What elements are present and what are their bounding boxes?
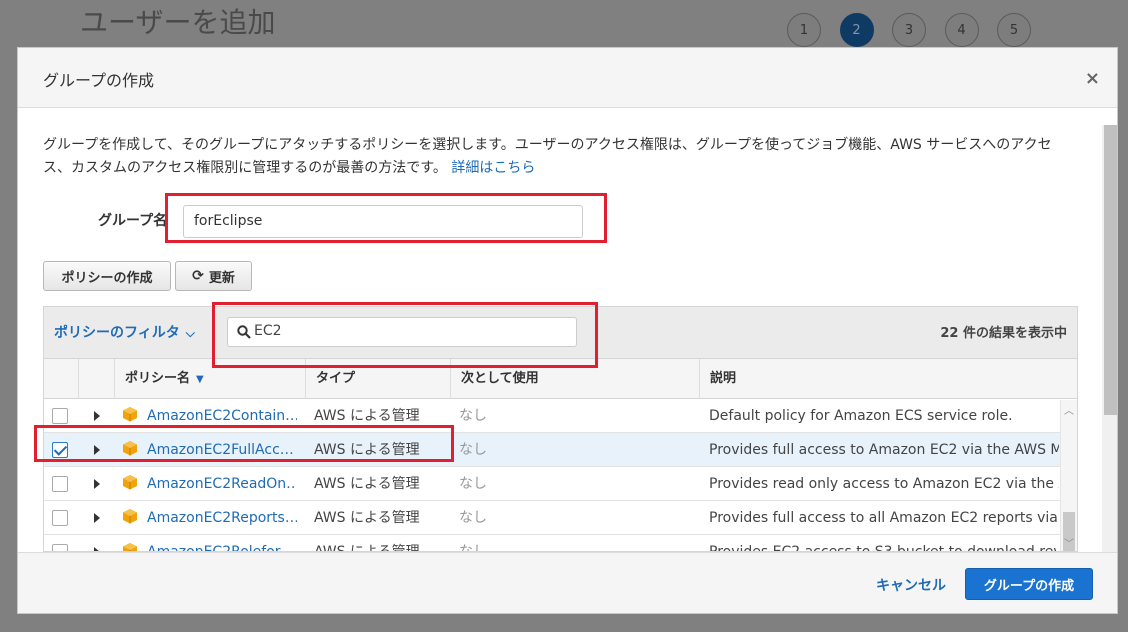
policy-table: ポリシーのフィルタ ⌵ EC2 22 件の結果を表示中 ポリシー名 ▼ タイプ 次と… <box>43 306 1078 552</box>
dialog-body: グループを作成して、そのグループにアタッチするポリシーを選択します。ユーザーのア… <box>18 109 1117 553</box>
group-name-input[interactable]: forEclipse <box>183 205 583 238</box>
policy-type: AWS による管理 <box>314 510 420 526</box>
wizard-step-2[interactable]: 2 <box>839 13 874 47</box>
policy-type: AWS による管理 <box>314 442 420 458</box>
table-body: AmazonEC2Contain… AWS による管理 なし Default poli… <box>44 399 1077 552</box>
policy-type: AWS による管理 <box>314 476 420 492</box>
search-icon <box>237 325 251 339</box>
policy-filter-label: ポリシーのフィルタ <box>54 325 180 341</box>
header-description[interactable]: 説明 <box>699 359 1077 399</box>
result-count: 22 件の結果を表示中 <box>940 326 1067 341</box>
search-value: EC2 <box>254 323 282 339</box>
table-header: ポリシー名 ▼ タイプ 次として使用 説明 <box>44 359 1077 399</box>
policy-used-as: なし <box>459 544 487 552</box>
header-policy-name[interactable]: ポリシー名 ▼ <box>114 359 305 399</box>
dialog-description: グループを作成して、そのグループにアタッチするポリシーを選択します。ユーザーのア… <box>43 134 1063 180</box>
table-row[interactable]: AmazonEC2FullAcc… AWS による管理 なし Provides ful… <box>44 433 1077 467</box>
refresh-icon: ⟳ <box>192 268 204 284</box>
policy-name-link[interactable]: AmazonEC2ReadOn… <box>147 467 297 501</box>
wizard-step-4[interactable]: 4 <box>944 13 979 47</box>
description-text: グループを作成して、そのグループにアタッチするポリシーを選択します。ユーザーのア… <box>43 137 1052 176</box>
policy-description: Provides EC2 access to S3 bucket to down… <box>709 544 1059 552</box>
close-icon[interactable]: × <box>1085 68 1100 89</box>
policy-filter-dropdown[interactable]: ポリシーのフィルタ ⌵ <box>54 322 195 342</box>
row-checkbox[interactable] <box>52 544 68 551</box>
scroll-down-icon[interactable]: ﹀ <box>1064 535 1074 550</box>
policy-name-link[interactable]: AmazonEC2Reports… <box>147 501 297 535</box>
package-icon <box>123 475 137 490</box>
policy-used-as: なし <box>459 476 487 492</box>
dialog-scrollbar-thumb[interactable] <box>1104 125 1117 415</box>
dialog-header: グループの作成 × <box>18 48 1117 108</box>
policy-description: Provides read only access to Amazon EC2 … <box>709 476 1059 492</box>
create-policy-button[interactable]: ポリシーの作成 <box>43 261 171 291</box>
policy-search-input[interactable]: EC2 <box>227 317 577 347</box>
filter-bar: ポリシーのフィルタ ⌵ EC2 22 件の結果を表示中 <box>44 307 1077 359</box>
dialog-title: グループの作成 <box>43 71 155 90</box>
policy-description: Provides full access to Amazon EC2 via t… <box>709 442 1059 458</box>
page-title: ユーザーを追加 <box>80 6 276 39</box>
refresh-label: 更新 <box>208 270 235 286</box>
header-used-as[interactable]: 次として使用 <box>450 359 699 399</box>
create-policy-label: ポリシーの作成 <box>61 270 153 286</box>
refresh-button[interactable]: ⟳ 更新 <box>175 261 252 291</box>
header-policy-name-label: ポリシー名 <box>125 371 191 386</box>
learn-more-link[interactable]: 詳細はこちら <box>451 160 535 176</box>
row-checkbox[interactable] <box>52 408 68 424</box>
policy-name-link[interactable]: AmazonEC2Contain… <box>147 399 297 433</box>
expand-arrow-icon[interactable] <box>94 411 100 421</box>
policy-type: AWS による管理 <box>314 544 420 552</box>
policy-description: Default policy for Amazon ECS service ro… <box>709 408 1013 424</box>
table-row[interactable]: AmazonEC2Rolefor… AWS による管理 なし Provides EC2… <box>44 535 1077 552</box>
package-icon <box>123 407 137 422</box>
group-name-label: グループ名 <box>98 213 168 229</box>
row-checkbox[interactable] <box>52 510 68 526</box>
dialog-footer: キャンセル グループの作成 <box>18 552 1117 613</box>
wizard-step-3[interactable]: 3 <box>892 13 926 47</box>
package-icon <box>123 543 137 551</box>
chevron-down-icon: ⌵ <box>185 326 195 340</box>
row-checkbox[interactable] <box>52 476 68 492</box>
package-icon <box>123 441 137 456</box>
table-row[interactable]: AmazonEC2Contain… AWS による管理 なし Default poli… <box>44 399 1077 433</box>
expand-arrow-icon[interactable] <box>94 479 100 489</box>
policy-type: AWS による管理 <box>314 408 420 424</box>
cancel-button[interactable]: キャンセル <box>876 575 946 595</box>
create-group-dialog: グループの作成 × グループを作成して、そのグループにアタッチするポリシーを選択… <box>17 47 1118 614</box>
expand-arrow-icon[interactable] <box>94 445 100 455</box>
table-scrollbar[interactable]: ︿ ﹀ <box>1060 400 1077 551</box>
wizard-steps: 1 2 3 4 5 <box>787 13 1050 47</box>
create-group-button[interactable]: グループの作成 <box>965 568 1093 600</box>
table-row[interactable]: AmazonEC2Reports… AWS による管理 なし Provides ful… <box>44 501 1077 535</box>
table-row[interactable]: AmazonEC2ReadOn… AWS による管理 なし Provides read… <box>44 467 1077 501</box>
header-type[interactable]: タイプ <box>305 359 450 399</box>
scroll-up-icon[interactable]: ︿ <box>1064 402 1074 417</box>
policy-used-as: なし <box>459 442 487 458</box>
row-checkbox[interactable] <box>52 442 68 458</box>
policy-name-link[interactable]: AmazonEC2FullAcc… <box>147 433 297 467</box>
policy-used-as: なし <box>459 510 487 526</box>
policy-used-as: なし <box>459 408 487 424</box>
header-expand-col <box>78 359 114 399</box>
expand-arrow-icon[interactable] <box>94 513 100 523</box>
dialog-scrollbar[interactable] <box>1102 125 1117 553</box>
policy-name-link[interactable]: AmazonEC2Rolefor… <box>147 535 297 551</box>
policy-description: Provides full access to all Amazon EC2 r… <box>709 510 1059 526</box>
sort-down-icon[interactable]: ▼ <box>196 374 204 385</box>
wizard-step-5[interactable]: 5 <box>997 13 1031 47</box>
wizard-step-1[interactable]: 1 <box>787 13 821 47</box>
package-icon <box>123 509 137 524</box>
